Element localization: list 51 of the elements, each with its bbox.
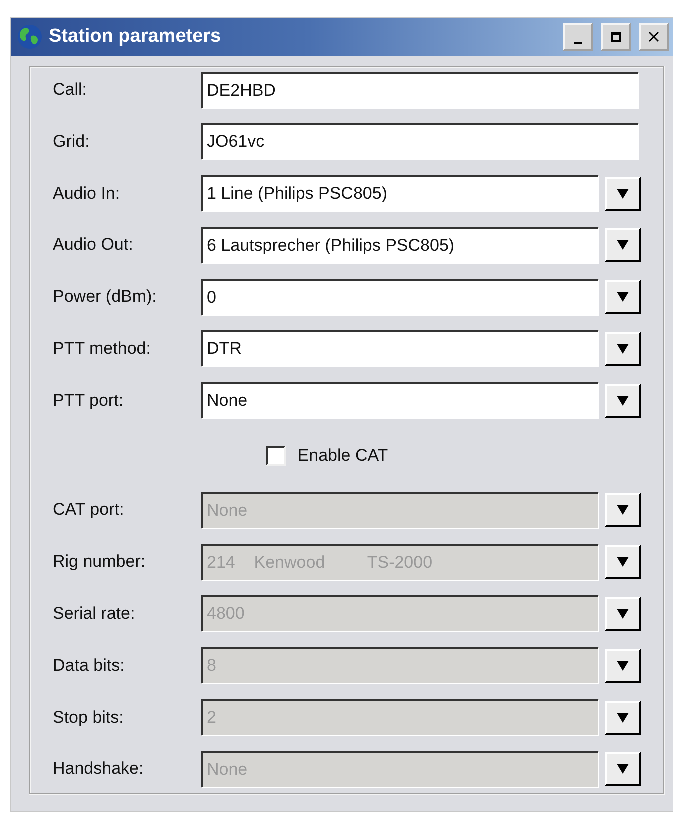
field-label: Serial rate: bbox=[53, 604, 136, 624]
dropdown-button[interactable] bbox=[605, 648, 641, 683]
dropdown-field[interactable]: 6 Lautsprecher (Philips PSC805) bbox=[201, 226, 599, 264]
field-label: Power (dBm): bbox=[53, 287, 158, 308]
globe-icon bbox=[17, 24, 43, 50]
field-label: Audio In: bbox=[53, 184, 122, 204]
dropdown-button[interactable] bbox=[605, 545, 641, 580]
triangle-down-icon bbox=[616, 239, 630, 252]
checkbox[interactable] bbox=[266, 446, 286, 466]
input-field[interactable]: JO61vc bbox=[201, 123, 639, 160]
maximize-icon bbox=[609, 30, 623, 44]
triangle-down-icon bbox=[616, 763, 630, 776]
dropdown-field[interactable]: 1 Line (Philips PSC805) bbox=[201, 175, 599, 212]
field-label: Handshake: bbox=[53, 759, 145, 780]
dropdown-field[interactable]: DTR bbox=[201, 330, 599, 368]
dropdown-button[interactable] bbox=[605, 596, 641, 631]
dropdown-button[interactable] bbox=[605, 228, 641, 262]
triangle-down-icon bbox=[616, 712, 630, 724]
input-field[interactable]: DE2HBD bbox=[201, 72, 639, 108]
dropdown-button[interactable] bbox=[605, 176, 641, 211]
triangle-down-icon bbox=[616, 556, 630, 568]
triangle-down-icon bbox=[616, 342, 630, 355]
maximize-button[interactable] bbox=[601, 23, 631, 51]
dropdown-field[interactable]: 0 bbox=[201, 278, 599, 316]
dropdown-button[interactable] bbox=[605, 752, 641, 786]
field-label: Audio Out: bbox=[53, 235, 134, 256]
triangle-down-icon bbox=[616, 291, 630, 304]
dropdown-button[interactable] bbox=[605, 493, 641, 528]
dropdown-button[interactable] bbox=[605, 700, 641, 735]
field-label: Call: bbox=[53, 80, 88, 100]
triangle-down-icon bbox=[616, 394, 630, 407]
window-title: Station parameters bbox=[49, 26, 222, 48]
dropdown-button[interactable] bbox=[605, 332, 641, 366]
close-button[interactable] bbox=[639, 23, 669, 51]
field-label: Data bits: bbox=[53, 656, 126, 676]
triangle-down-icon bbox=[616, 504, 630, 516]
minimize-icon bbox=[574, 42, 582, 44]
field-label: Rig number: bbox=[53, 552, 147, 572]
field-label: PTT method: bbox=[53, 338, 152, 359]
close-icon bbox=[647, 30, 661, 44]
dropdown-button[interactable] bbox=[605, 280, 641, 314]
triangle-down-icon bbox=[616, 608, 630, 620]
checkbox-label: Enable CAT bbox=[298, 446, 388, 466]
dropdown-field[interactable]: None bbox=[201, 382, 599, 420]
triangle-down-icon bbox=[616, 660, 630, 672]
field-label: PTT port: bbox=[53, 390, 125, 411]
field-label: Grid: bbox=[53, 132, 91, 152]
field-label: CAT port: bbox=[53, 500, 126, 520]
field-label: Stop bits: bbox=[53, 708, 125, 728]
dropdown-button[interactable] bbox=[605, 384, 641, 418]
triangle-down-icon bbox=[616, 188, 630, 200]
